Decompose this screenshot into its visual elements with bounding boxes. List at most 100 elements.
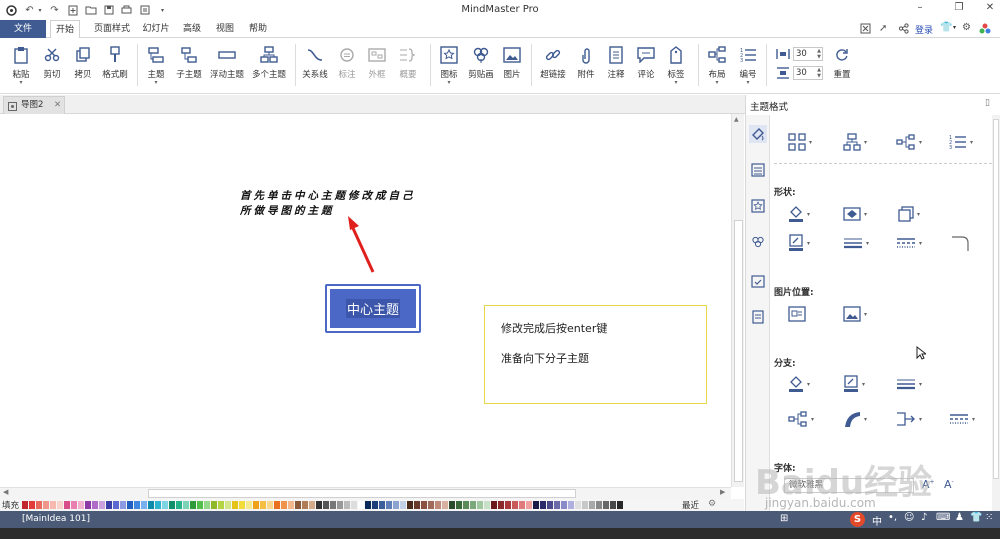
vertical-scrollbar[interactable]: ▲: [731, 114, 744, 487]
task-checklist-icon[interactable]: [749, 272, 767, 290]
color-swatch[interactable]: [288, 501, 295, 509]
dropdown-icon[interactable]: ▾: [864, 416, 867, 423]
color-swatch[interactable]: [400, 501, 407, 509]
ime-grid-icon[interactable]: ⁙: [985, 512, 993, 523]
border-dash-button[interactable]: ▾: [896, 232, 922, 254]
panel-scrollbar[interactable]: [992, 115, 1000, 511]
multi-topic-button[interactable]: 多个主题: [250, 44, 288, 88]
color-swatch[interactable]: [106, 501, 113, 509]
fill-color-button[interactable]: ▾: [788, 203, 810, 225]
scroll-right-icon[interactable]: ▶: [720, 488, 725, 496]
color-swatch[interactable]: [330, 501, 337, 509]
branch-dash-button[interactable]: ▾: [949, 408, 975, 430]
color-swatch[interactable]: [610, 501, 617, 509]
tag-button[interactable]: 标签 ▾: [664, 44, 688, 88]
panel-scroll-thumb[interactable]: [993, 119, 999, 479]
increase-font-icon[interactable]: A+: [922, 478, 935, 491]
layout-dropdown-icon[interactable]: ▾: [715, 80, 718, 86]
format-painter-button[interactable]: 格式刷: [100, 44, 130, 88]
topic-dropdown-icon[interactable]: ▾: [154, 80, 157, 86]
color-swatch[interactable]: [309, 501, 316, 509]
color-swatch[interactable]: [50, 501, 57, 509]
menu-advanced[interactable]: 高级: [180, 20, 204, 38]
color-swatch[interactable]: [316, 501, 323, 509]
ime-user-icon[interactable]: ♟: [955, 512, 964, 523]
menu-page-style[interactable]: 页面样式: [88, 20, 136, 38]
branch-taper-button[interactable]: ▾: [843, 408, 867, 430]
horizontal-scroll-thumb[interactable]: [148, 489, 576, 498]
color-swatch[interactable]: [197, 501, 204, 509]
color-swatch[interactable]: [323, 501, 330, 509]
color-swatch[interactable]: [43, 501, 50, 509]
theme-skin-icon[interactable]: 👕: [940, 22, 952, 33]
color-swatch[interactable]: [477, 501, 484, 509]
dropdown-icon[interactable]: ▾: [811, 416, 814, 423]
color-swatch[interactable]: [547, 501, 554, 509]
color-swatch[interactable]: [183, 501, 190, 509]
color-swatch[interactable]: [519, 501, 526, 509]
color-swatch[interactable]: [92, 501, 99, 509]
hyperlink-button[interactable]: 超链接: [538, 44, 568, 88]
icon-dropdown-icon[interactable]: ▾: [447, 80, 450, 86]
undo-icon[interactable]: ↶: [23, 4, 36, 17]
note-button[interactable]: 注释: [604, 44, 628, 88]
color-swatch[interactable]: [218, 501, 225, 509]
color-swatch[interactable]: [281, 501, 288, 509]
color-swatch[interactable]: [295, 501, 302, 509]
color-swatch[interactable]: [372, 501, 379, 509]
central-topic-text[interactable]: 中心主题: [345, 299, 400, 318]
color-swatch[interactable]: [190, 501, 197, 509]
color-swatch[interactable]: [414, 501, 421, 509]
color-swatch[interactable]: [253, 501, 260, 509]
layout-button[interactable]: 布局 ▾: [704, 44, 730, 88]
branch-line-color-button[interactable]: ▾: [843, 373, 865, 395]
paste-dropdown-icon[interactable]: ▾: [19, 80, 22, 86]
color-swatch[interactable]: [435, 501, 442, 509]
color-swatch[interactable]: [365, 501, 372, 509]
new-file-icon[interactable]: [66, 4, 79, 17]
clipart-button[interactable]: 剪贴画: [466, 44, 496, 88]
branch-weight-button[interactable]: ▾: [896, 373, 922, 395]
palette-settings-icon[interactable]: ⚙: [708, 499, 716, 509]
ime-keyboard-icon[interactable]: ⌨: [936, 512, 950, 523]
ime-emoji-icon[interactable]: ☺: [904, 512, 914, 523]
horizontal-scrollbar[interactable]: ◀ ▶: [0, 487, 731, 499]
close-button[interactable]: ✕: [982, 2, 998, 16]
color-swatch[interactable]: [246, 501, 253, 509]
color-swatch[interactable]: [358, 501, 365, 509]
border-color-button[interactable]: ▾: [788, 232, 810, 254]
attachment-button[interactable]: 附件: [574, 44, 598, 88]
color-swatch[interactable]: [568, 501, 575, 509]
color-swatch[interactable]: [533, 501, 540, 509]
restore-button[interactable]: ❐: [951, 2, 967, 16]
color-swatch[interactable]: [421, 501, 428, 509]
clipart-tab-icon[interactable]: [749, 233, 767, 251]
panel-pin-icon[interactable]: ▯: [985, 98, 990, 108]
color-swatch[interactable]: [428, 501, 435, 509]
branch-fill-button[interactable]: ▾: [788, 373, 810, 395]
color-swatch[interactable]: [134, 501, 141, 509]
color-swatch[interactable]: [211, 501, 218, 509]
color-swatch[interactable]: [225, 501, 232, 509]
color-swatch[interactable]: [232, 501, 239, 509]
image-position-button[interactable]: ▾: [843, 303, 867, 325]
spin-arrows-icon[interactable]: ▲ ▼: [817, 67, 821, 79]
numbering-dropdown-icon[interactable]: ▾: [746, 80, 749, 86]
copy-button[interactable]: 拷贝: [70, 44, 96, 88]
color-swatch[interactable]: [337, 501, 344, 509]
color-swatch[interactable]: [386, 501, 393, 509]
color-swatch[interactable]: [442, 501, 449, 509]
color-swatch[interactable]: [29, 501, 36, 509]
dropdown-icon[interactable]: ▾: [919, 416, 922, 423]
ime-mic-icon[interactable]: ♪: [921, 512, 927, 523]
dropdown-icon[interactable]: ▾: [970, 139, 973, 146]
icon-button[interactable]: 图标 ▾: [436, 44, 462, 88]
login-link[interactable]: 登录: [915, 23, 933, 36]
fit-page-icon[interactable]: ⊞: [780, 513, 788, 524]
presentation-tab-icon[interactable]: [749, 308, 767, 326]
color-swatch[interactable]: [260, 501, 267, 509]
color-swatch[interactable]: [113, 501, 120, 509]
structure-grid-button[interactable]: ▾: [788, 131, 812, 153]
list-outline-icon[interactable]: [749, 161, 767, 179]
color-swatch[interactable]: [582, 501, 589, 509]
